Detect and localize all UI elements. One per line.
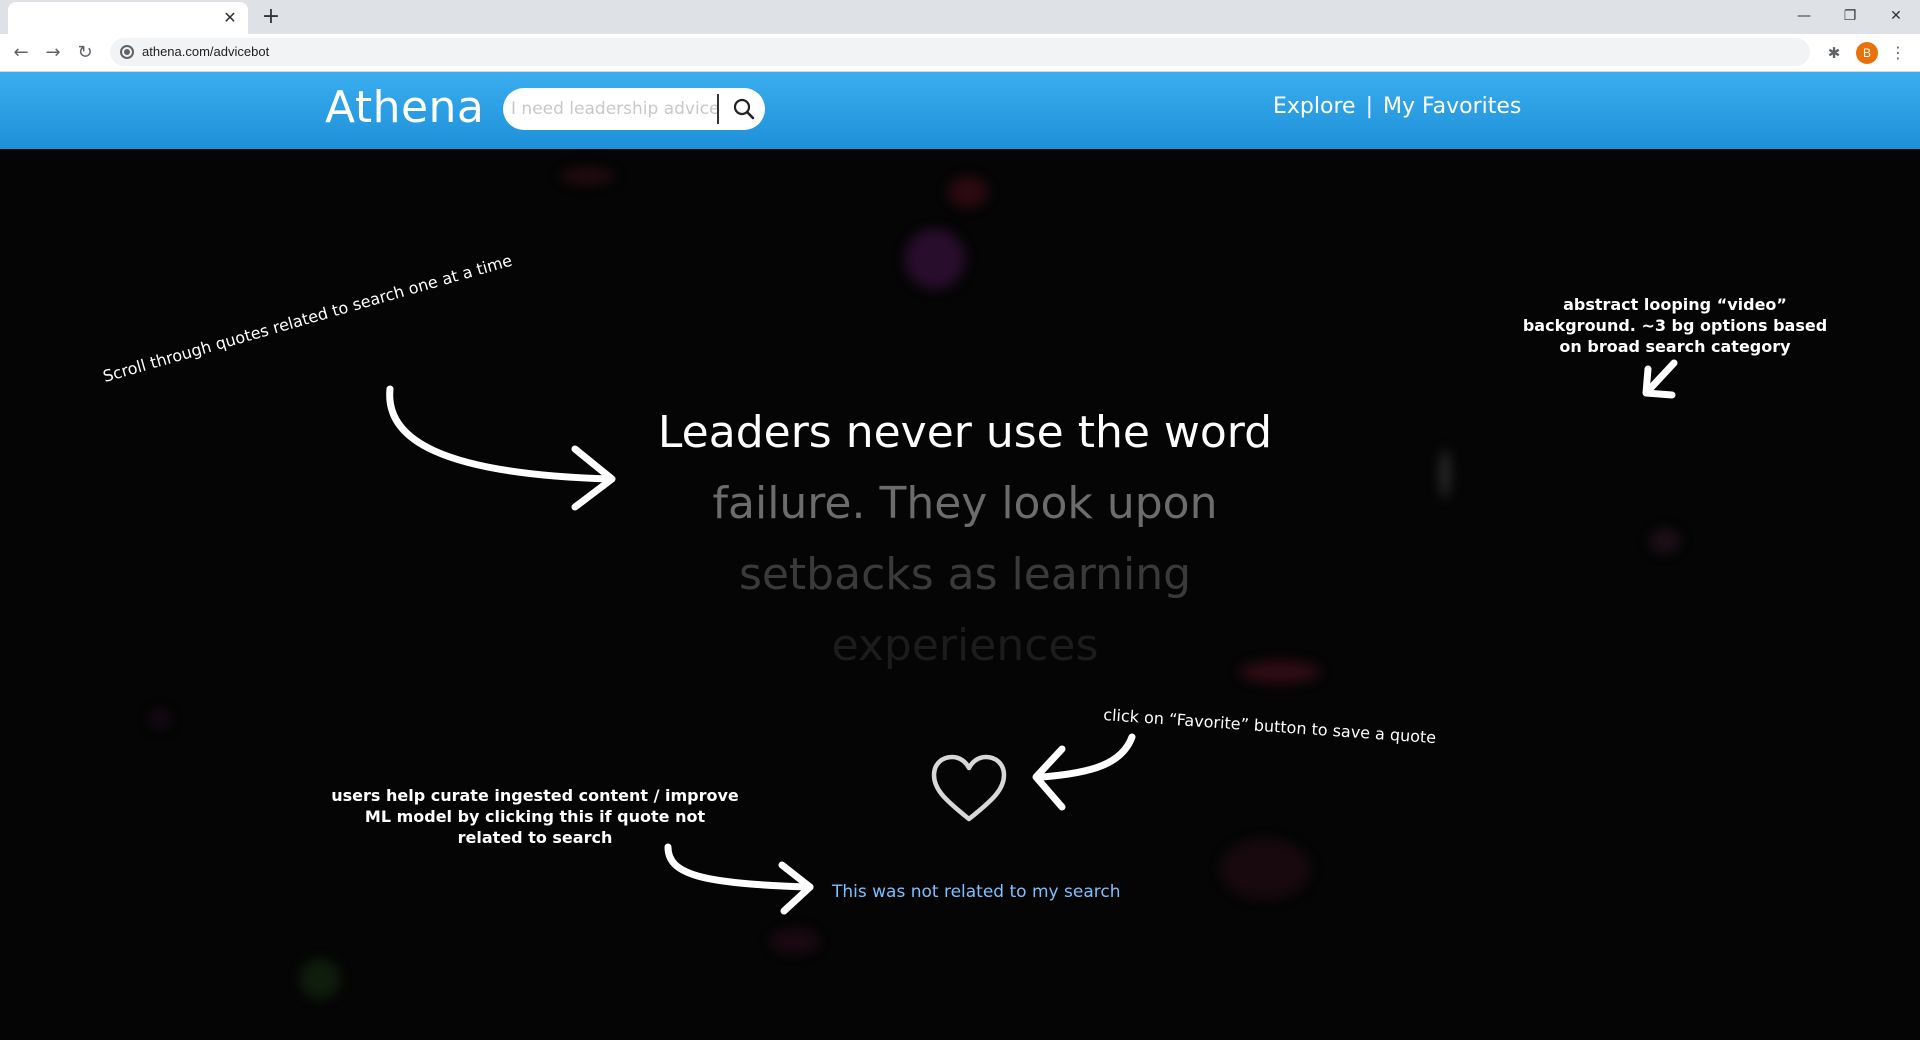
annotation-arrow-icon (1032, 733, 1136, 811)
nav-separator: | (1365, 94, 1373, 119)
bg-particle (948, 177, 988, 207)
quote-line: experiences (831, 620, 1099, 671)
profile-avatar[interactable]: B (1856, 42, 1878, 64)
new-tab-button[interactable]: + (258, 4, 284, 30)
bg-particle (1650, 529, 1680, 553)
browser-menu-icon[interactable]: ⋮ (1888, 42, 1908, 64)
back-arrow-icon[interactable]: ← (10, 42, 32, 64)
annotation-arrow-icon (664, 843, 814, 915)
browser-toolbar: ← → ↻ athena.com/advicebot ✱ B ⋮ (0, 34, 1920, 72)
restore-button[interactable]: ❐ (1830, 4, 1870, 28)
annotation-scroll: Scroll through quotes related to search … (100, 250, 515, 386)
main-nav: Explore | My Favorites (1273, 94, 1521, 119)
bg-particle (1220, 839, 1310, 899)
video-background: Leaders never use the word failure. They… (0, 149, 1920, 1040)
annotation-arrow-icon (386, 385, 616, 511)
quote-text: Leaders never use the word failure. They… (620, 397, 1310, 681)
heart-icon[interactable] (930, 753, 1008, 825)
search-button[interactable] (723, 88, 765, 130)
browser-tab[interactable]: ✕ (8, 2, 248, 34)
forward-arrow-icon[interactable]: → (42, 42, 64, 64)
bg-particle (150, 709, 170, 729)
annotation-arrow-icon (1642, 359, 1678, 399)
bg-particle (1440, 449, 1450, 499)
bg-particle (560, 169, 615, 183)
reload-icon[interactable]: ↻ (74, 42, 96, 64)
bg-particle (770, 929, 820, 953)
quote-line: failure. They look upon (712, 478, 1218, 529)
site-info-icon[interactable] (120, 45, 134, 59)
search-divider (717, 94, 719, 124)
close-window-button[interactable]: ✕ (1876, 4, 1916, 28)
annotation-favorite: click on “Favorite” button to save a quo… (1102, 705, 1437, 748)
annotation-background: abstract looping “video” background. ~3 … (1522, 295, 1828, 356)
search-box (503, 88, 765, 130)
search-input[interactable] (511, 88, 717, 130)
quote-line: Leaders never use the word (657, 407, 1273, 458)
tab-close-icon[interactable]: ✕ (220, 8, 240, 28)
browser-tab-bar: ✕ + — ❐ ✕ (0, 0, 1920, 34)
url-text[interactable]: athena.com/advicebot (142, 44, 269, 59)
extensions-puzzle-icon[interactable]: ✱ (1824, 43, 1844, 63)
bg-particle (300, 959, 340, 999)
app-header: Athena Explore | My Favorites (0, 72, 1920, 149)
bg-particle (905, 229, 965, 289)
search-icon (733, 98, 755, 120)
quote-line: setbacks as learning (738, 549, 1192, 600)
address-bar[interactable]: athena.com/advicebot (110, 38, 1810, 66)
nav-my-favorites[interactable]: My Favorites (1383, 94, 1521, 119)
nav-explore[interactable]: Explore (1273, 94, 1356, 119)
app-logo[interactable]: Athena (325, 82, 484, 133)
minimize-button[interactable]: — (1784, 4, 1824, 28)
not-related-link[interactable]: This was not related to my search (832, 882, 1120, 902)
